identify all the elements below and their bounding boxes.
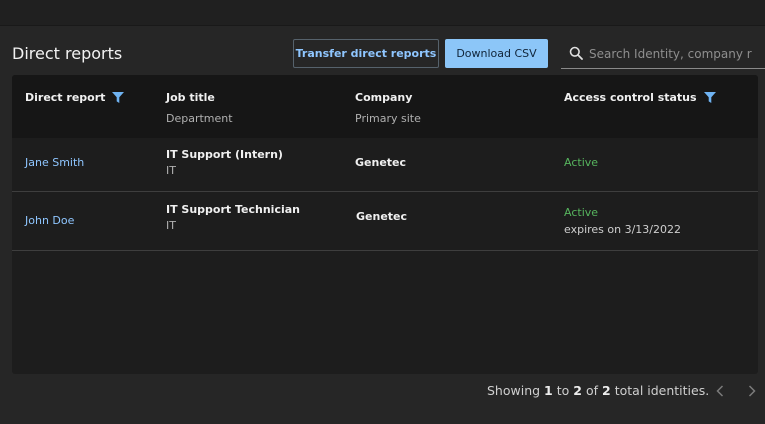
top-bar (0, 0, 765, 26)
filter-icon[interactable] (112, 92, 125, 103)
chevron-right-icon (748, 385, 756, 397)
pagination-of-word: of (585, 383, 599, 398)
pagination-suffix: total identities. (614, 383, 710, 398)
column-header-job-title: Job title Department (166, 91, 233, 125)
table-header: Direct report Job title Department Compa… (12, 75, 758, 138)
department: IT (166, 219, 176, 232)
column-label: Access control status (564, 91, 697, 104)
column-label: Company (355, 91, 413, 104)
pagination-to-word: to (556, 383, 570, 398)
previous-page-button[interactable] (712, 382, 728, 400)
access-status-cell: Active (564, 156, 598, 169)
pagination-prefix: Showing (487, 383, 541, 398)
chevron-left-icon (716, 385, 724, 397)
column-header-company: Company Primary site (355, 91, 421, 125)
expiry-date: expires on 3/13/2022 (564, 223, 681, 236)
column-sublabel: Department (166, 112, 233, 125)
direct-report-link[interactable]: Jane Smith (25, 156, 84, 169)
column-sublabel: Primary site (355, 112, 421, 125)
company: Genetec (355, 156, 407, 169)
filter-icon[interactable] (703, 92, 716, 103)
column-label: Direct report (25, 91, 106, 104)
job-title: IT Support Technician (166, 203, 300, 216)
page-title: Direct reports (12, 44, 123, 63)
pagination-total: 2 (602, 383, 611, 398)
download-csv-button[interactable]: Download CSV (445, 39, 548, 68)
job-title-cell: IT Support (Intern) IT (166, 148, 283, 177)
pagination-from: 1 (544, 383, 553, 398)
column-header-direct-report: Direct report (25, 91, 125, 104)
department: IT (166, 164, 176, 177)
access-status-cell: Active expires on 3/13/2022 (564, 206, 681, 236)
job-title-cell: IT Support Technician IT (166, 203, 300, 232)
column-label: Job title (166, 91, 215, 104)
search-input[interactable] (589, 43, 765, 65)
transfer-direct-reports-button[interactable]: Transfer direct reports (293, 39, 439, 68)
direct-reports-table: Direct report Job title Department Compa… (12, 75, 758, 374)
search-icon (569, 46, 583, 60)
search-box (561, 39, 765, 69)
pagination-summary: Showing 1 to 2 of 2 total identities. (487, 383, 709, 398)
company: Genetec (356, 210, 408, 223)
pagination-to: 2 (573, 383, 582, 398)
table-row[interactable]: Jane Smith IT Support (Intern) IT Genete… (12, 138, 758, 192)
job-title: IT Support (Intern) (166, 148, 283, 161)
status-badge: Active (564, 206, 599, 219)
column-header-access-control-status: Access control status (564, 91, 716, 104)
next-page-button[interactable] (744, 382, 760, 400)
status-badge: Active (564, 156, 599, 169)
table-row[interactable]: John Doe IT Support Technician IT Genete… (12, 192, 758, 251)
direct-report-link[interactable]: John Doe (25, 214, 74, 227)
